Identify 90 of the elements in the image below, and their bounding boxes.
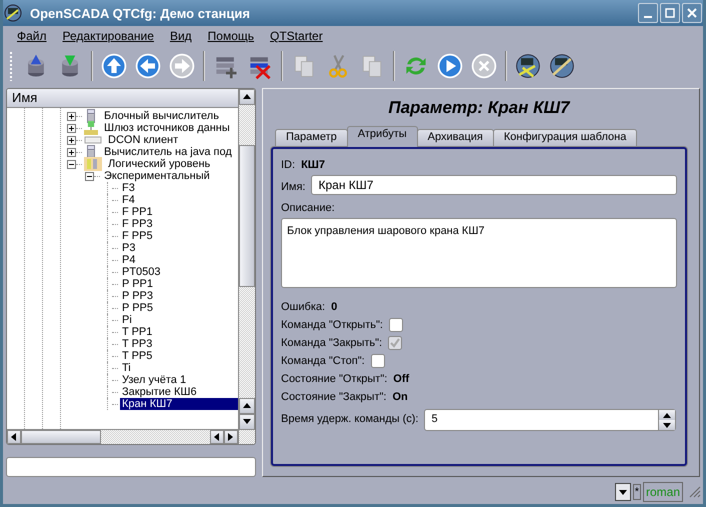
user-label: roman — [642, 482, 683, 502]
gauge-icon — [4, 4, 22, 22]
expand-icon[interactable] — [67, 124, 76, 132]
close-button[interactable] — [682, 3, 702, 23]
page-title: Параметр: Кран КШ7 — [387, 97, 572, 119]
right-arrow-icon[interactable] — [228, 433, 234, 442]
expand-icon[interactable] — [67, 148, 76, 156]
up-arrow-icon[interactable] — [243, 94, 251, 100]
tree-item[interactable]: F PP3 — [120, 218, 155, 230]
down-arrow-icon[interactable] — [243, 419, 251, 426]
menu-item[interactable]: QTStarter — [262, 29, 331, 43]
up-arrow-icon[interactable] — [243, 403, 251, 410]
left-arrow-icon[interactable] — [11, 433, 17, 442]
window-title: OpenSCADA QTCfg: Демо станция — [30, 6, 251, 20]
down-arrow-icon[interactable] — [663, 422, 672, 428]
tree-item[interactable]: P PP5 — [120, 302, 155, 314]
field-label: Состояние "Закрыт": — [281, 390, 386, 402]
down-arrow-icon — [618, 490, 627, 494]
tree-item[interactable]: T PP5 — [120, 350, 154, 362]
minimize-icon — [644, 16, 652, 18]
field-label: Ошибка: — [281, 300, 326, 312]
expand-icon[interactable] — [67, 136, 76, 144]
collapse-icon[interactable] — [67, 160, 76, 168]
tree-item[interactable]: F3 — [120, 182, 137, 194]
description-field[interactable]: Блок управления шарового крана КШ7 — [281, 218, 677, 288]
menu-item[interactable]: Помощь — [200, 29, 262, 43]
column-header[interactable]: Имя — [7, 89, 238, 108]
blocks-icon — [84, 157, 102, 171]
name-field[interactable]: Кран КШ7 — [311, 175, 677, 195]
field-label: Команда "Закрыть": — [281, 336, 382, 348]
field-label: Состояние "Открыт": — [281, 372, 388, 384]
tree-item[interactable]: T PP1 — [120, 326, 154, 338]
network-icon — [84, 121, 98, 135]
tree-item[interactable]: PT0503 — [120, 266, 163, 278]
tab[interactable]: Архивация — [416, 129, 494, 147]
tree-item[interactable]: Вычислитель на java под — [102, 146, 234, 158]
input-field[interactable] — [6, 457, 256, 477]
field-value: Off — [393, 372, 410, 384]
checkbox[interactable] — [388, 318, 403, 332]
vertical-scrollbar[interactable] — [238, 89, 255, 444]
tree-item[interactable]: F PP5 — [120, 230, 155, 242]
field-label: Команда "Стоп": — [281, 354, 365, 366]
gauge-link-icon[interactable] — [548, 52, 576, 80]
tree-item[interactable]: T PP3 — [120, 338, 154, 350]
horizontal-scrollbar[interactable] — [7, 429, 238, 444]
gauge-tools-icon[interactable] — [514, 52, 542, 80]
tree-item[interactable]: Узел учёта 1 — [120, 374, 188, 386]
tab[interactable]: Параметр — [275, 129, 348, 147]
minimize-button[interactable] — [638, 3, 658, 23]
tree-item[interactable]: P PP3 — [120, 290, 155, 302]
maximize-button[interactable] — [660, 3, 680, 23]
tree-item[interactable]: DCON клиент — [106, 134, 180, 146]
field-value: 0 — [331, 300, 338, 312]
tree-item[interactable]: P PP1 — [120, 278, 155, 290]
tree-item[interactable]: Шлюз источников данны — [102, 122, 232, 134]
dropdown-button[interactable] — [614, 483, 631, 501]
tree-item[interactable]: Ti — [120, 362, 133, 374]
field-label: Время удерж. команды (с): — [281, 413, 418, 425]
tree-item[interactable]: Pi — [120, 314, 134, 326]
spin-box[interactable]: 5 — [424, 409, 676, 431]
modified-indicator: * — [632, 484, 641, 500]
field-label: Описание: — [281, 202, 336, 214]
tree-item[interactable]: F4 — [120, 194, 137, 206]
tree-item[interactable]: P4 — [120, 254, 138, 266]
play-icon[interactable] — [436, 52, 464, 80]
left-arrow-icon[interactable] — [214, 433, 220, 442]
menu-item[interactable]: Файл — [9, 29, 55, 43]
maximize-icon — [665, 8, 675, 18]
field-value: КШ7 — [301, 158, 325, 170]
tree-item[interactable]: F PP1 — [120, 206, 155, 218]
tree-item[interactable]: Кран КШ7 — [120, 398, 238, 410]
tree-item[interactable]: P3 — [120, 242, 138, 254]
tab[interactable]: Конфигурация шаблона — [492, 129, 638, 147]
checkbox[interactable] — [370, 354, 385, 368]
field-label: ID: — [281, 158, 296, 170]
tree-item[interactable]: Логический уровень — [106, 158, 212, 170]
menu-item[interactable]: Редактирование — [54, 29, 162, 43]
tree-item[interactable]: Закрытие КШ6 — [120, 386, 199, 398]
tree-item[interactable]: Экспериментальный — [102, 170, 212, 182]
up-arrow-icon[interactable] — [663, 412, 672, 418]
field-value: On — [392, 390, 408, 402]
field-label: Имя: — [281, 181, 306, 193]
close-icon — [687, 8, 697, 18]
tab[interactable]: Атрибуты — [346, 126, 418, 147]
tree-item[interactable]: Блочный вычислитель — [102, 110, 221, 122]
menu-item[interactable]: Вид — [162, 29, 200, 43]
expand-icon[interactable] — [67, 112, 76, 120]
collapse-icon[interactable] — [85, 172, 94, 180]
field-label: Команда "Открыть": — [281, 318, 383, 330]
resize-grip-icon[interactable] — [689, 486, 701, 498]
